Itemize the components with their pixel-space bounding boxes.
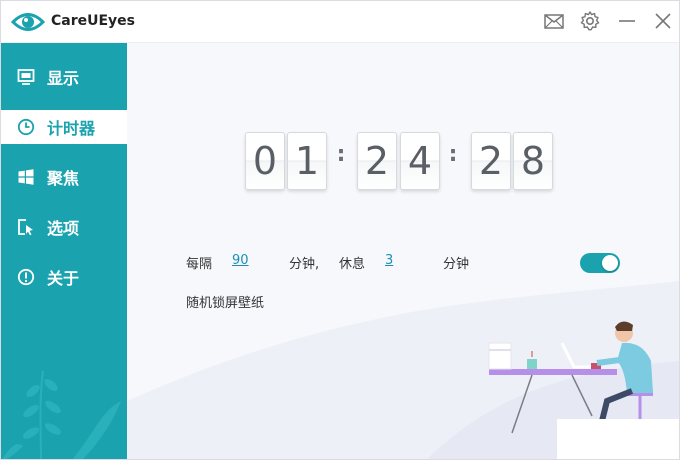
sidebar-item-display[interactable]: 显示 (1, 60, 127, 94)
eye-logo-icon (11, 13, 45, 31)
sidebar-item-about[interactable]: 关于 (1, 260, 127, 294)
sidebar-item-focus[interactable]: 聚焦 (1, 160, 127, 194)
sidebar-item-label: 关于 (47, 269, 80, 288)
clock-digit: 8 (513, 132, 553, 190)
minimize-icon (619, 20, 635, 22)
countdown-clock: 0 1 : 2 4 : 2 8 (245, 132, 565, 190)
monitor-icon (17, 68, 35, 86)
clock-digit: 0 (245, 132, 285, 190)
clock-separator: : (448, 142, 458, 167)
gear-icon (580, 11, 600, 31)
windows-icon (17, 168, 35, 186)
minimize-button[interactable] (615, 9, 639, 33)
sidebar-item-label: 计时器 (47, 119, 96, 138)
title-bar[interactable]: CareUEyes (1, 1, 679, 43)
clock-digit: 2 (471, 132, 511, 190)
clock-icon (17, 118, 35, 136)
close-icon (655, 13, 671, 29)
resting-person-illustration-icon (127, 281, 679, 459)
sidebar-item-timer[interactable]: 计时器 (1, 110, 127, 144)
feedback-mail-button[interactable] (542, 9, 566, 33)
clock-digit: 2 (357, 132, 397, 190)
cursor-icon (17, 218, 35, 236)
sidebar-item-label: 选项 (47, 219, 80, 238)
sidebar-item-options[interactable]: 选项 (1, 210, 127, 244)
clock-digit: 4 (400, 132, 440, 190)
clock-separator: : (336, 142, 346, 167)
sidebar-item-label: 聚焦 (47, 169, 80, 188)
app-title: CareUEyes (51, 13, 136, 29)
leaf-decoration-icon (2, 370, 121, 459)
app-window: CareUEyes 显示 计时器 聚焦 选项 关于 0 1: 2 4: 2 … (0, 0, 680, 460)
settings-button[interactable] (578, 9, 602, 33)
info-icon (17, 268, 35, 286)
sidebar-item-label: 显示 (47, 69, 80, 88)
close-button[interactable] (651, 9, 675, 33)
clock-digit: 1 (287, 132, 327, 190)
sidebar: 显示 计时器 聚焦 选项 关于 (1, 43, 127, 459)
mail-icon (544, 14, 564, 29)
